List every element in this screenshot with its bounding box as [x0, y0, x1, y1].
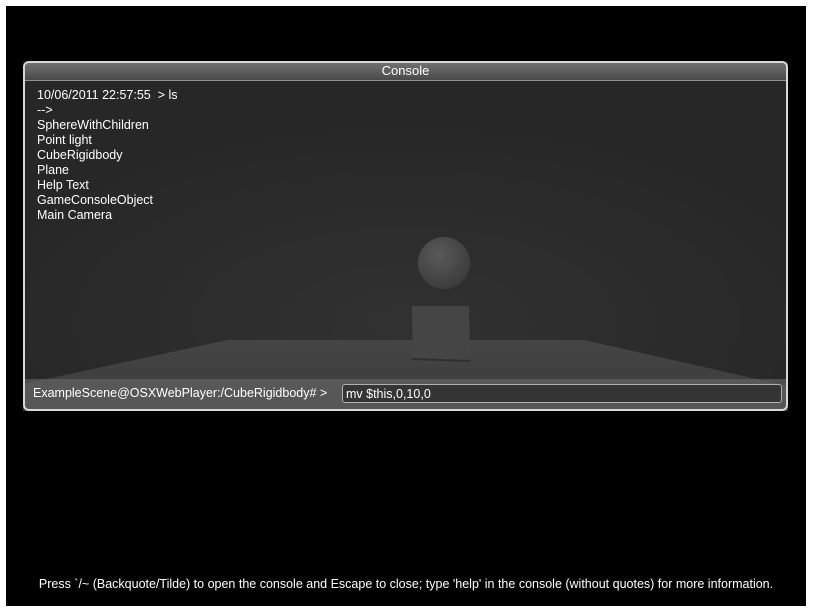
console-output-line: GameConsoleObject [37, 193, 154, 207]
help-text: Press `/~ (Backquote/Tilde) to open the … [38, 577, 774, 591]
console-output-line: 10/06/2011 22:57:55 > ls [37, 88, 178, 102]
console-output-line: CubeRigidbody [37, 148, 123, 162]
console-prompt-label: ExampleScene@OSXWebPlayer:/CubeRigidbody… [33, 386, 328, 400]
console-output-line: Plane [37, 163, 69, 177]
console-command-input[interactable] [342, 384, 782, 403]
console-output-line: SphereWithChildren [37, 118, 149, 132]
game-viewport[interactable]: Console 10/06/2011 22:57:55 > ls --> Spher… [6, 6, 806, 606]
console-title: Console [25, 63, 786, 81]
console-output-line: Main Camera [37, 208, 113, 222]
console-output-line: Point light [37, 133, 92, 147]
console-prompt-row: ExampleScene@OSXWebPlayer:/CubeRigidbody… [25, 379, 786, 409]
console-window: Console 10/06/2011 22:57:55 > ls --> Spher… [23, 61, 788, 411]
console-output-line: --> [37, 103, 53, 117]
console-output-line: Help Text [37, 178, 89, 192]
console-output: 10/06/2011 22:57:55 > ls --> SphereWithChi… [37, 88, 178, 223]
